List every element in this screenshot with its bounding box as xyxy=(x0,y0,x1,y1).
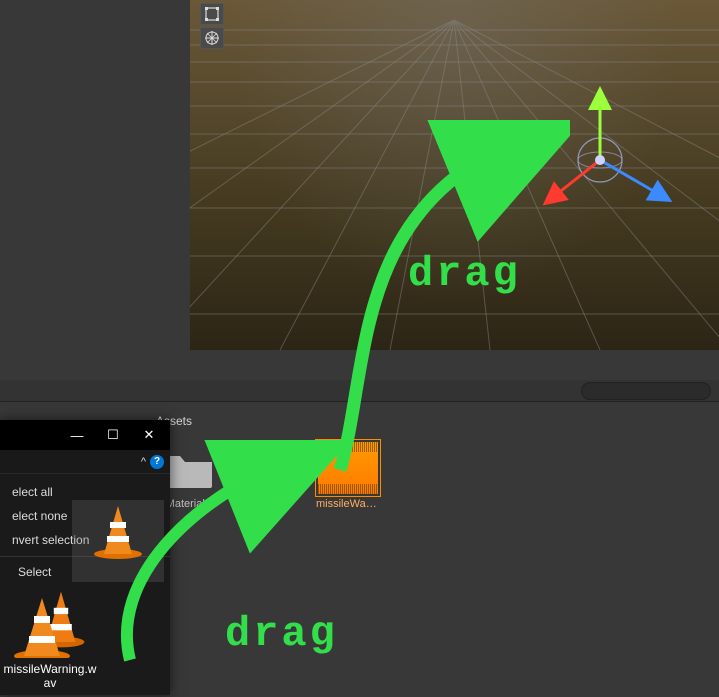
gizmo-origin[interactable] xyxy=(595,155,605,165)
drag-ghost xyxy=(72,500,164,582)
vlc-cone-icon xyxy=(10,590,90,658)
help-icon[interactable]: ? xyxy=(150,455,164,469)
transform-gizmo-icon xyxy=(204,30,220,46)
explorer-file-missilewarning[interactable]: missileWarning.wav xyxy=(2,590,98,690)
asset-label: missileWarn... xyxy=(316,498,380,510)
axis-z[interactable] xyxy=(600,160,662,196)
rect-tool-icon xyxy=(204,6,220,22)
explorer-ribbon: ^ ? xyxy=(0,450,170,474)
asset-grid: Materials Scenes missileWarn... xyxy=(156,442,703,510)
folder-icon xyxy=(238,442,298,494)
asset-label: Scenes xyxy=(236,498,300,510)
explorer-titlebar[interactable]: — ☐ ✕ xyxy=(0,420,170,450)
window-minimize-button[interactable]: — xyxy=(60,422,94,448)
project-search-input[interactable] xyxy=(581,382,711,400)
scene-gizmo[interactable] xyxy=(540,90,690,220)
vlc-cone-icon xyxy=(88,504,148,560)
hierarchy-panel xyxy=(0,0,190,380)
ribbon-collapse-icon[interactable]: ^ xyxy=(141,456,146,468)
project-breadcrumb[interactable]: Assets xyxy=(156,414,703,428)
explorer-file-label: missileWarning.wav xyxy=(2,662,98,690)
asset-folder-scenes[interactable]: Scenes xyxy=(236,442,300,510)
rect-tool-button[interactable] xyxy=(200,3,224,25)
asset-audio-missilewarning[interactable]: missileWarn... xyxy=(316,442,380,510)
window-close-button[interactable]: ✕ xyxy=(132,422,166,448)
axis-x[interactable] xyxy=(552,160,600,198)
project-panel: Assets Materials Scenes missileWarn... xyxy=(140,402,719,697)
window-maximize-button[interactable]: ☐ xyxy=(96,422,130,448)
audio-waveform-icon xyxy=(318,442,378,494)
scene-toolbar xyxy=(200,3,228,51)
transform-gizmo-button[interactable] xyxy=(200,27,224,49)
